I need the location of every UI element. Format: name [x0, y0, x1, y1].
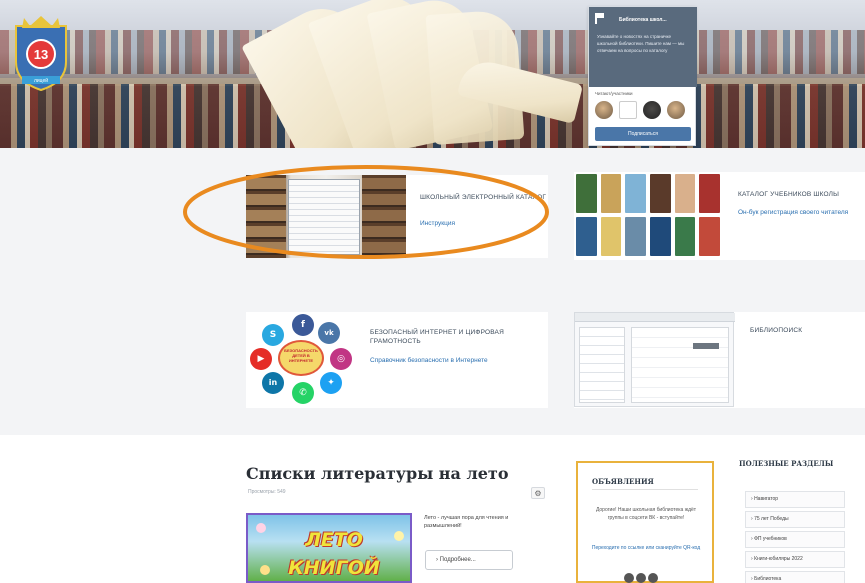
- announcements-title: ОБЪЯВЛЕНИЯ: [592, 477, 654, 486]
- crest-ribbon: лицей: [34, 77, 48, 84]
- announcements-link[interactable]: Переходите по ссылке или сканируйте QR-к…: [590, 545, 702, 553]
- biblio-search-screenshot: [574, 312, 735, 407]
- read-more-button[interactable]: › Подробнее...: [425, 550, 513, 570]
- list-item[interactable]: › Книги-юбиляры 2022: [745, 551, 845, 568]
- book-cover: [600, 174, 622, 213]
- flower-decoration: [256, 523, 266, 533]
- safe-internet-link[interactable]: Справочник безопасности в Интернете: [370, 356, 540, 365]
- flower-decoration: [394, 531, 404, 541]
- useful-sections-list: › Навигатор › 75 лет Победы › ФП учебник…: [745, 491, 845, 583]
- screenshot-sidebar: [579, 327, 625, 403]
- browser-toolbar: [575, 313, 735, 322]
- vk-members-label: Читают/участники: [595, 91, 633, 96]
- screenshot-button: [693, 343, 719, 349]
- vk-member-avatars: [595, 101, 685, 119]
- avatar[interactable]: [643, 101, 661, 119]
- whatsapp-icon: ✆: [292, 382, 314, 404]
- textbooks-card[interactable]: Каталог учебников школы Он-бук регистрац…: [574, 172, 865, 260]
- screenshot-main: [631, 327, 729, 403]
- textbooks-card-title[interactable]: Каталог учебников школы: [738, 190, 862, 199]
- textbook-covers-grid: [574, 172, 722, 258]
- chevron-right-icon: ›: [436, 557, 438, 563]
- useful-sections: ПОЛЕЗНЫЕ РАЗДЕЛЫ › Навигатор › 75 лет По…: [739, 459, 865, 583]
- bookshelf-image: [362, 175, 406, 258]
- list-item[interactable]: › ФП учебников: [745, 531, 845, 548]
- list-item[interactable]: › Библиотека: [745, 571, 845, 583]
- book-cover: [674, 174, 696, 213]
- summer-reading-image[interactable]: ЛЕТО КНИГОЙ: [246, 513, 412, 583]
- social-icon[interactable]: [624, 573, 634, 583]
- catalog-thumbnail[interactable]: [246, 175, 406, 258]
- announcements-text: Дорогие! Наши школьная библиотека ждёт г…: [595, 507, 697, 521]
- catalog-card-title[interactable]: Школьный электронный каталог: [420, 193, 548, 202]
- book-cover: [625, 217, 646, 256]
- book-cover: [576, 217, 597, 256]
- social-icon[interactable]: [636, 573, 646, 583]
- vk-widget-text: Узнавайте о новостях на страничке школьн…: [597, 34, 685, 53]
- textbooks-link[interactable]: Он-бук регистрация своего читателя: [738, 208, 862, 217]
- page: 13 лицей Библиотека школ... Узнавайте о …: [0, 0, 865, 583]
- flower-decoration: [260, 565, 270, 575]
- bookshelf-image: [246, 175, 286, 258]
- social-icon[interactable]: [648, 573, 658, 583]
- vk-widget-header: Библиотека школ... Узнавайте о новостях …: [589, 7, 697, 87]
- list-item[interactable]: › 75 лет Победы: [745, 511, 845, 528]
- youtube-icon: ▶: [250, 348, 272, 370]
- catalog-instruction-link[interactable]: Инструкция: [420, 219, 455, 228]
- social-icons: [624, 573, 658, 583]
- gear-icon[interactable]: ⚙: [531, 487, 545, 499]
- catalog-screen-image: [288, 179, 360, 255]
- book-cover: [674, 217, 696, 256]
- facebook-icon: f: [292, 314, 314, 336]
- vk-subscribe-button[interactable]: Подписаться: [595, 127, 691, 141]
- vk-community-widget: Библиотека школ... Узнавайте о новостях …: [588, 6, 697, 146]
- image-word-summer: ЛЕТО: [305, 529, 363, 551]
- safe-internet-card-title[interactable]: Безопасный интернет и цифровая грамотнос…: [370, 328, 520, 346]
- avatar[interactable]: [595, 101, 613, 119]
- announcements-box: ОБЪЯВЛЕНИЯ Дорогие! Наши школьная библио…: [576, 461, 714, 583]
- vk-widget-title[interactable]: Библиотека школ...: [619, 17, 667, 23]
- skype-icon: S: [262, 324, 284, 346]
- hero-banner: 13 лицей Библиотека школ... Узнавайте о …: [0, 0, 865, 148]
- book-cover: [699, 174, 720, 213]
- avatar[interactable]: [667, 101, 685, 119]
- crest-number: 13: [34, 47, 48, 62]
- book-cover: [649, 217, 671, 256]
- book-cover: [699, 217, 720, 256]
- book-cover: [649, 174, 671, 213]
- catalog-card[interactable]: Школьный электронный каталог Инструкция: [246, 175, 548, 258]
- book-cover: [600, 217, 622, 256]
- list-item[interactable]: › Навигатор: [745, 491, 845, 508]
- divider: [592, 489, 698, 490]
- twitter-icon: ✦: [320, 372, 342, 394]
- instagram-icon: ◎: [330, 348, 352, 370]
- article-excerpt: Лето - лучшая пора для чтения и размышле…: [424, 515, 509, 529]
- article-heading[interactable]: Списки литературы на лето: [246, 464, 509, 483]
- vk-icon: vk: [318, 322, 340, 344]
- biblio-search-title[interactable]: БиблиоПоиск: [750, 326, 860, 335]
- school-crest-logo[interactable]: 13 лицей: [10, 12, 72, 92]
- safety-badge-text: БЕЗОПАСНОСТЬ ДЕТЕЙ В ИНТЕРНЕТЕ: [284, 348, 318, 363]
- linkedin-icon: in: [262, 372, 284, 394]
- avatar[interactable]: [619, 101, 637, 119]
- biblio-search-card[interactable]: БиблиоПоиск: [574, 312, 865, 408]
- book-cover: [625, 174, 646, 213]
- read-more-label: Подробнее...: [439, 557, 476, 563]
- flag-icon: [595, 13, 604, 24]
- article-meta: Просмотры: 549: [248, 489, 286, 495]
- useful-sections-title: ПОЛЕЗНЫЕ РАЗДЕЛЫ: [739, 459, 834, 468]
- social-networks-image: f vk S ▶ ◎ in ✆ ✦ БЕЗОПАСНОСТЬ ДЕТЕЙ В И…: [246, 312, 356, 404]
- book-cover: [576, 174, 597, 213]
- image-word-book: КНИГОЙ: [288, 557, 380, 579]
- safe-internet-card[interactable]: f vk S ▶ ◎ in ✆ ✦ БЕЗОПАСНОСТЬ ДЕТЕЙ В И…: [246, 312, 548, 408]
